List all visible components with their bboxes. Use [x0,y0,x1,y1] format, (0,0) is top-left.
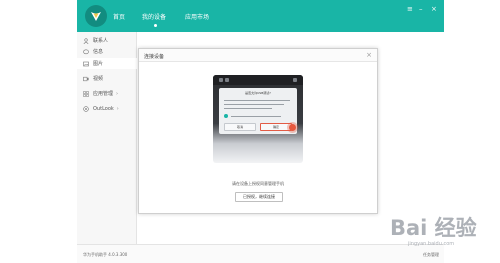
status-bar: 华为手机助手 4.0.3.300 任务管理 [77,244,444,263]
sidebar-item-label: 图片 [93,61,104,67]
sidebar-item-label: 联系人 [93,38,109,44]
outlook-icon [83,105,89,112]
tab-app-market[interactable]: 应用市场 [185,12,209,21]
connect-device-dialog: 连接设备 × 是否允许USB调试? 取消 确定 请在设备上授权同意管理手机 已授… [138,48,378,214]
popup-ok-button: 确定 [260,123,292,131]
popup-text-line [231,116,281,117]
dialog-title: 连接设备 [144,54,165,60]
sidebar-item-label: OutLook [93,105,114,112]
sidebar-item-messages[interactable]: 信息 [77,46,137,57]
popup-text-line [224,108,272,109]
tab-home[interactable]: 首页 [113,12,125,21]
image-icon [83,61,89,67]
phone-status-bar [213,75,303,85]
phone-app-icon [293,78,297,82]
chevron-right-icon: › [116,105,119,112]
close-window-icon[interactable]: × [431,6,437,13]
dialog-header: 连接设备 × [139,49,377,62]
authorized-continue-button[interactable]: 已授权，继续连接 [235,192,283,202]
sidebar-item-images[interactable]: 图片 [77,58,137,69]
tap-indicator-icon [289,124,296,131]
sidebar-item-app-management[interactable]: 应用管理 › [77,88,137,99]
watermark-text: Bai 经验 [390,216,477,240]
popup-text-line [224,100,290,101]
baidu-watermark: Bai 经验 jingyan.baidu.com [390,210,494,254]
active-tab-indicator [154,24,157,27]
chevron-right-icon: › [116,90,119,97]
leaf-icon [91,12,101,21]
apps-icon [83,90,89,97]
popup-title: 是否允许USB调试? [245,91,271,95]
phone-screenshot: 是否允许USB调试? 取消 确定 [213,75,303,163]
version-label: 华为手机助手 4.0.3.300 [83,252,128,257]
sidebar-item-label: 信息 [93,49,104,55]
phone-app-icon [219,78,223,82]
usb-debug-popup: 是否允许USB调试? 取消 确定 [219,88,297,134]
sidebar-item-outlook[interactable]: OutLook › [77,103,137,114]
sidebar: 联系人 信息 图片 视频 应用管理 › OutLook › [77,32,137,244]
tab-my-device[interactable]: 我的设备 [142,12,166,21]
sidebar-item-label: 视频 [93,76,104,82]
app-logo [85,5,107,27]
app-window: 首页 我的设备 应用市场 ≡ – × 联系人 信息 图片 视频 应用管理 › O… [77,0,444,263]
person-icon [83,37,89,44]
menu-icon[interactable]: ≡ [407,6,413,13]
minimize-icon[interactable]: – [419,6,423,13]
top-bar: 首页 我的设备 应用市场 ≡ – × [77,0,444,32]
authorize-hint: 请在设备上授权同意管理手机 [232,181,284,186]
checkbox-icon [224,114,228,118]
popup-text-line [224,104,284,105]
phone-app-icon [225,78,229,82]
video-icon [83,76,89,82]
message-icon [83,48,89,55]
popup-cancel-button: 取消 [224,123,256,131]
sidebar-item-contacts[interactable]: 联系人 [77,35,137,46]
sidebar-item-videos[interactable]: 视频 [77,73,137,84]
watermark-url: jingyan.baidu.com [408,241,455,247]
sidebar-item-label: 应用管理 [93,91,114,97]
close-icon[interactable]: × [366,51,372,59]
